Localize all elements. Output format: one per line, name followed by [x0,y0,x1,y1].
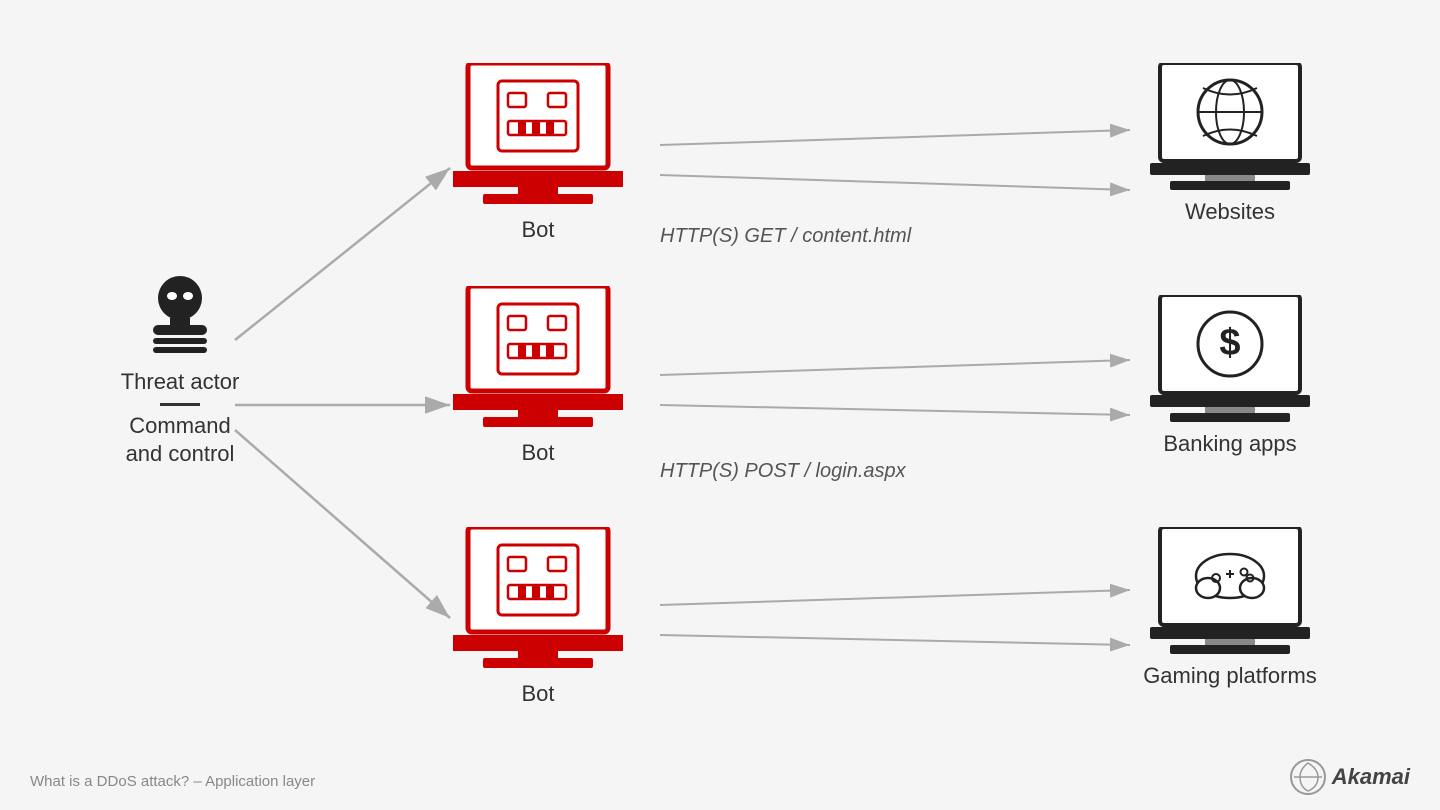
gaming-label: Gaming platforms [1143,663,1317,689]
bot-3-icon [453,527,623,677]
bot-2-icon [453,286,623,436]
svg-text:$: $ [1219,322,1240,364]
bot-1: Bot [453,63,623,243]
bot-3-label: Bot [521,681,554,707]
bot-2-label: Bot [521,440,554,466]
target-websites: Websites [1130,63,1330,225]
target-gaming: Gaming platforms [1120,527,1340,689]
gaming-icon [1150,527,1310,657]
threat-actor: Threat actor Commandand control [80,270,280,469]
akamai-icon [1290,759,1326,795]
footer-label: What is a DDoS attack? – Application lay… [30,773,315,790]
diagram-container: Threat actor Commandand control [0,0,1440,810]
http-label-1: HTTP(S) GET / content.html [660,225,911,248]
bot-2: Bot [453,286,623,466]
websites-icon [1150,63,1310,193]
akamai-text: Akamai [1332,764,1410,790]
http-label-2: HTTP(S) POST / login.aspx [660,460,906,483]
threat-actor-divider [160,403,200,406]
bot-3: Bot [453,527,623,707]
threat-actor-label: Threat actor [121,368,240,397]
bot-1-label: Bot [521,217,554,243]
threat-actor-icon [135,270,225,360]
banking-icon: $ [1150,295,1310,425]
bot-1-icon [453,63,623,213]
banking-label: Banking apps [1163,431,1296,457]
target-banking: $ Banking apps [1130,295,1330,457]
websites-label: Websites [1185,199,1275,225]
akamai-logo: Akamai [1290,759,1410,795]
threat-actor-sublabel: Commandand control [126,412,235,469]
